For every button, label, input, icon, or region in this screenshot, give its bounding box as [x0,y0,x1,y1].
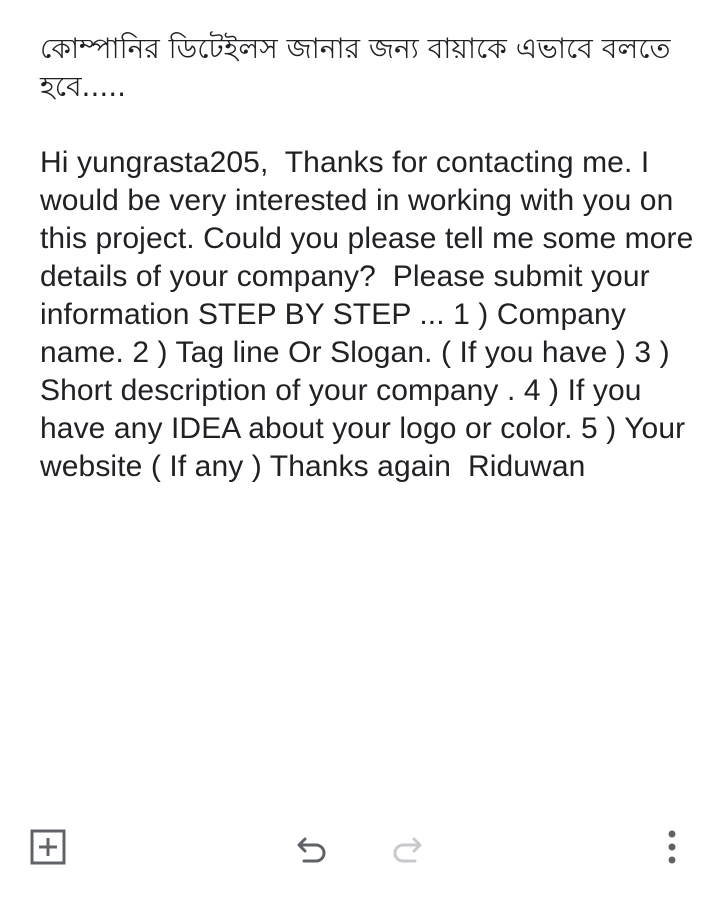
undo-icon [297,837,326,863]
more-options-button[interactable] [648,823,696,871]
note-title[interactable]: কোম্পানির ডিটেইলস জানার জন্য বায়াকে এভা… [40,30,700,106]
add-box-icon [30,829,66,865]
redo-icon [393,837,422,863]
add-content-button[interactable] [24,823,72,871]
more-vert-icon [668,830,676,864]
undo-button[interactable] [288,823,336,871]
note-text[interactable]: Hi yungrasta205, Thanks for contacting m… [40,144,700,486]
redo-button[interactable] [383,823,431,871]
note-editor[interactable]: কোম্পানির ডিটেইলস জানার জন্য বায়াকে এভা… [40,30,700,486]
bottom-toolbar [0,797,720,897]
